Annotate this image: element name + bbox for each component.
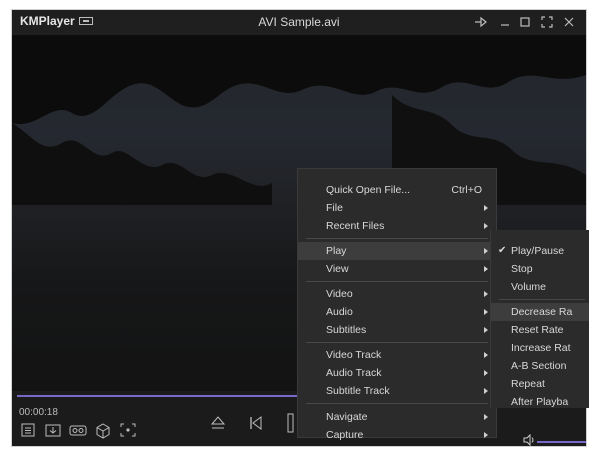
- playback-time: 00:00:18: [19, 407, 58, 418]
- submenu-arrow-icon: [484, 414, 488, 420]
- menu-separator: [499, 299, 585, 300]
- play-submenu: ✔ Play/Pause Stop Volume Decrease Ra Res…: [490, 230, 589, 408]
- menu-item-video[interactable]: Video: [298, 285, 496, 303]
- submenu-arrow-icon: [484, 291, 488, 297]
- menu-item-subtitles[interactable]: Subtitles: [298, 321, 496, 339]
- menu-item-capture[interactable]: Capture: [298, 426, 496, 444]
- submenu-arrow-icon: [484, 248, 488, 254]
- submenu-arrow-icon: [484, 432, 488, 438]
- playlist-icon[interactable]: [20, 422, 36, 443]
- title-bar: KMPlayer AVI Sample.avi: [12, 10, 586, 35]
- menu-separator: [306, 238, 488, 239]
- menu-item-recent-files[interactable]: Recent Files: [298, 217, 496, 235]
- menu-item-play[interactable]: Play: [298, 242, 496, 260]
- 3d-icon[interactable]: [94, 422, 112, 445]
- menu-separator: [306, 281, 488, 282]
- vr-icon[interactable]: [68, 422, 88, 443]
- submenu-arrow-icon: [484, 352, 488, 358]
- menu-separator: [306, 342, 488, 343]
- minimize-icon[interactable]: [496, 13, 514, 31]
- volume-icon[interactable]: [522, 433, 536, 446]
- shortcut-label: Ctrl+O: [451, 184, 482, 196]
- submenu-arrow-icon: [484, 223, 488, 229]
- seek-bar[interactable]: [17, 395, 313, 397]
- submenu-arrow-icon: [484, 205, 488, 211]
- volume-slider[interactable]: [537, 441, 586, 443]
- submenu-item-stop[interactable]: Stop: [491, 260, 589, 278]
- menu-item-quick-open-file[interactable]: Quick Open File... Ctrl+O: [298, 181, 496, 199]
- submenu-arrow-icon: [484, 327, 488, 333]
- submenu-arrow-icon: [484, 309, 488, 315]
- submenu-item-increase-rate[interactable]: Increase Rat: [491, 339, 589, 357]
- check-icon: ✔: [498, 245, 507, 256]
- submenu-arrow-icon: [484, 388, 488, 394]
- submenu-item-volume[interactable]: Volume: [491, 278, 589, 296]
- submenu-item-play-pause[interactable]: ✔ Play/Pause: [491, 242, 589, 260]
- maximize-icon[interactable]: [516, 13, 534, 31]
- context-menu: Quick Open File... Ctrl+O File Recent Fi…: [297, 168, 497, 441]
- menu-item-file[interactable]: File: [298, 199, 496, 217]
- submenu-item-ab-section[interactable]: A-B Section: [491, 357, 589, 375]
- download-icon[interactable]: [44, 422, 62, 443]
- submenu-item-decrease-rate[interactable]: Decrease Ra: [491, 303, 589, 321]
- submenu-arrow-icon: [484, 266, 488, 272]
- menu-item-navigate[interactable]: Navigate: [298, 408, 496, 426]
- menu-item-audio-track[interactable]: Audio Track: [298, 364, 496, 382]
- close-icon[interactable]: [560, 13, 578, 31]
- menu-separator: [306, 403, 488, 404]
- menu-item-view[interactable]: View: [298, 260, 496, 278]
- menu-item-audio[interactable]: Audio: [298, 303, 496, 321]
- eject-icon[interactable]: [210, 414, 226, 437]
- submenu-item-repeat[interactable]: Repeat: [491, 375, 589, 393]
- pin-icon[interactable]: [472, 13, 490, 31]
- menu-item-video-track[interactable]: Video Track: [298, 346, 496, 364]
- submenu-arrow-icon: [484, 370, 488, 376]
- previous-icon[interactable]: [248, 414, 264, 437]
- submenu-item-reset-rate[interactable]: Reset Rate: [491, 321, 589, 339]
- capture-icon[interactable]: [119, 422, 137, 443]
- submenu-item-after-playback[interactable]: After Playba: [491, 393, 589, 411]
- fullscreen-icon[interactable]: [538, 13, 556, 31]
- menu-item-subtitle-track[interactable]: Subtitle Track: [298, 382, 496, 400]
